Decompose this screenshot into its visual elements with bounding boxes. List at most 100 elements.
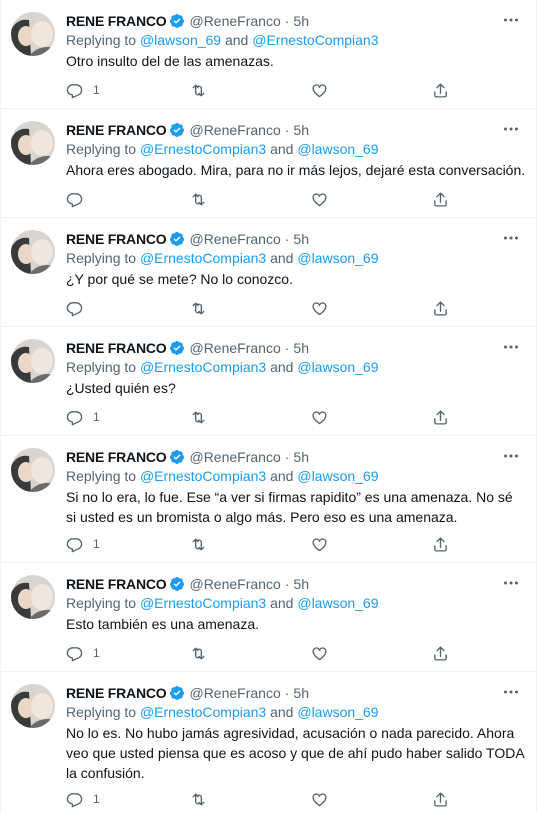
reply-button[interactable]: 1: [66, 789, 100, 809]
author-name[interactable]: RENE FRANCO: [66, 122, 167, 138]
author-name[interactable]: RENE FRANCO: [66, 340, 167, 356]
timestamp[interactable]: 5h: [293, 340, 309, 356]
tweet[interactable]: RENE FRANCO @ReneFranco · 5h Replying to…: [1, 672, 537, 813]
mention-link[interactable]: @ErnestoCompian3: [140, 141, 266, 157]
avatar[interactable]: [11, 230, 55, 274]
retweet-button[interactable]: [190, 789, 207, 809]
author-name[interactable]: RENE FRANCO: [66, 13, 167, 29]
tweet-actions: 1: [66, 534, 456, 554]
avatar[interactable]: [11, 12, 55, 56]
mention-link[interactable]: @ErnestoCompian3: [140, 595, 266, 611]
tweet[interactable]: RENE FRANCO @ReneFranco · 5h Replying to…: [1, 327, 537, 436]
replying-to-label: Replying to: [66, 32, 140, 48]
author-handle[interactable]: @ReneFranco: [189, 13, 280, 29]
retweet-button[interactable]: [190, 643, 207, 663]
like-button[interactable]: [311, 189, 328, 209]
avatar[interactable]: [11, 684, 55, 728]
mention-link[interactable]: @lawson_69: [297, 250, 378, 266]
mention-link[interactable]: @ErnestoCompian3: [140, 250, 266, 266]
more-options-icon[interactable]: [502, 574, 520, 592]
share-button[interactable]: [432, 407, 449, 427]
timestamp[interactable]: 5h: [293, 122, 309, 138]
avatar[interactable]: [11, 121, 55, 165]
tweet[interactable]: RENE FRANCO @ReneFranco · 5h Replying to…: [1, 436, 537, 563]
mention-link[interactable]: @lawson_69: [297, 359, 378, 375]
tweet-header: RENE FRANCO @ReneFranco · 5h: [66, 447, 309, 467]
author-name[interactable]: RENE FRANCO: [66, 576, 167, 592]
reply-icon: [66, 301, 83, 316]
tweet[interactable]: RENE FRANCO @ReneFranco · 5h Replying to…: [1, 563, 537, 672]
author-handle[interactable]: @ReneFranco: [189, 576, 280, 592]
like-button[interactable]: [311, 80, 328, 100]
retweet-button[interactable]: [190, 534, 207, 554]
retweet-button[interactable]: [190, 298, 207, 318]
author-name[interactable]: RENE FRANCO: [66, 449, 167, 465]
mention-link[interactable]: @lawson_69: [297, 595, 378, 611]
retweet-button[interactable]: [190, 407, 207, 427]
author-handle[interactable]: @ReneFranco: [189, 685, 280, 701]
author-name[interactable]: RENE FRANCO: [66, 685, 167, 701]
reply-button[interactable]: 1: [66, 407, 100, 427]
like-button[interactable]: [311, 407, 328, 427]
author-handle[interactable]: @ReneFranco: [189, 449, 280, 465]
tweet-actions: [66, 189, 456, 209]
mention-link[interactable]: @ErnestoCompian3: [140, 468, 266, 484]
more-options-icon[interactable]: [502, 683, 520, 701]
tweet-text: Otro insulto del de las amenazas.: [66, 53, 274, 69]
mention-link[interactable]: @lawson_69: [297, 468, 378, 484]
avatar[interactable]: [11, 575, 55, 619]
share-button[interactable]: [432, 534, 449, 554]
replying-to-conjunction: and: [266, 595, 298, 611]
retweet-icon: [192, 411, 205, 423]
like-button[interactable]: [311, 789, 328, 809]
more-options-icon[interactable]: [502, 120, 520, 138]
reply-button[interactable]: 1: [66, 80, 100, 100]
share-button[interactable]: [432, 643, 449, 663]
mention-link[interactable]: @ErnestoCompian3: [140, 359, 266, 375]
retweet-button[interactable]: [190, 189, 207, 209]
avatar[interactable]: [11, 339, 55, 383]
timestamp[interactable]: 5h: [293, 13, 309, 29]
share-button[interactable]: [432, 789, 449, 809]
mention-link[interactable]: @lawson_69: [297, 141, 378, 157]
author-name[interactable]: RENE FRANCO: [66, 231, 167, 247]
more-options-icon[interactable]: [502, 338, 520, 356]
author-handle[interactable]: @ReneFranco: [189, 231, 280, 247]
like-icon: [312, 192, 327, 206]
share-button[interactable]: [432, 189, 449, 209]
retweet-button[interactable]: [190, 80, 207, 100]
tweet[interactable]: RENE FRANCO @ReneFranco · 5h Replying to…: [1, 0, 537, 109]
mention-link[interactable]: @ErnestoCompian3: [140, 704, 266, 720]
more-options-icon[interactable]: [502, 229, 520, 247]
avatar[interactable]: [11, 448, 55, 492]
mention-link[interactable]: @lawson_69: [297, 704, 378, 720]
replying-to-label: Replying to: [66, 250, 140, 266]
mention-link[interactable]: @lawson_69: [140, 32, 221, 48]
like-button[interactable]: [311, 534, 328, 554]
like-button[interactable]: [311, 298, 328, 318]
tweet-header: RENE FRANCO @ReneFranco · 5h: [66, 574, 309, 594]
tweet[interactable]: RENE FRANCO @ReneFranco · 5h Replying to…: [1, 218, 537, 327]
more-options-icon[interactable]: [502, 447, 520, 465]
timestamp[interactable]: 5h: [293, 231, 309, 247]
like-button[interactable]: [311, 643, 328, 663]
more-options-icon[interactable]: [502, 11, 520, 29]
retweet-icon: [192, 302, 205, 314]
reply-button[interactable]: 1: [66, 534, 100, 554]
author-handle[interactable]: @ReneFranco: [189, 122, 280, 138]
share-button[interactable]: [432, 298, 449, 318]
reply-button[interactable]: [66, 298, 93, 318]
timestamp[interactable]: 5h: [293, 449, 309, 465]
share-button[interactable]: [432, 80, 449, 100]
timestamp[interactable]: 5h: [293, 685, 309, 701]
reply-icon: [66, 83, 83, 98]
mention-link[interactable]: @ErnestoCompian3: [252, 32, 378, 48]
author-handle[interactable]: @ReneFranco: [189, 340, 280, 356]
tweet-text: Esto también es una amenaza.: [66, 616, 260, 632]
reply-button[interactable]: 1: [66, 643, 100, 663]
replying-to-conjunction: and: [266, 468, 298, 484]
tweet[interactable]: RENE FRANCO @ReneFranco · 5h Replying to…: [1, 109, 537, 218]
separator-dot: ·: [284, 449, 290, 465]
timestamp[interactable]: 5h: [293, 576, 309, 592]
reply-button[interactable]: [66, 189, 93, 209]
